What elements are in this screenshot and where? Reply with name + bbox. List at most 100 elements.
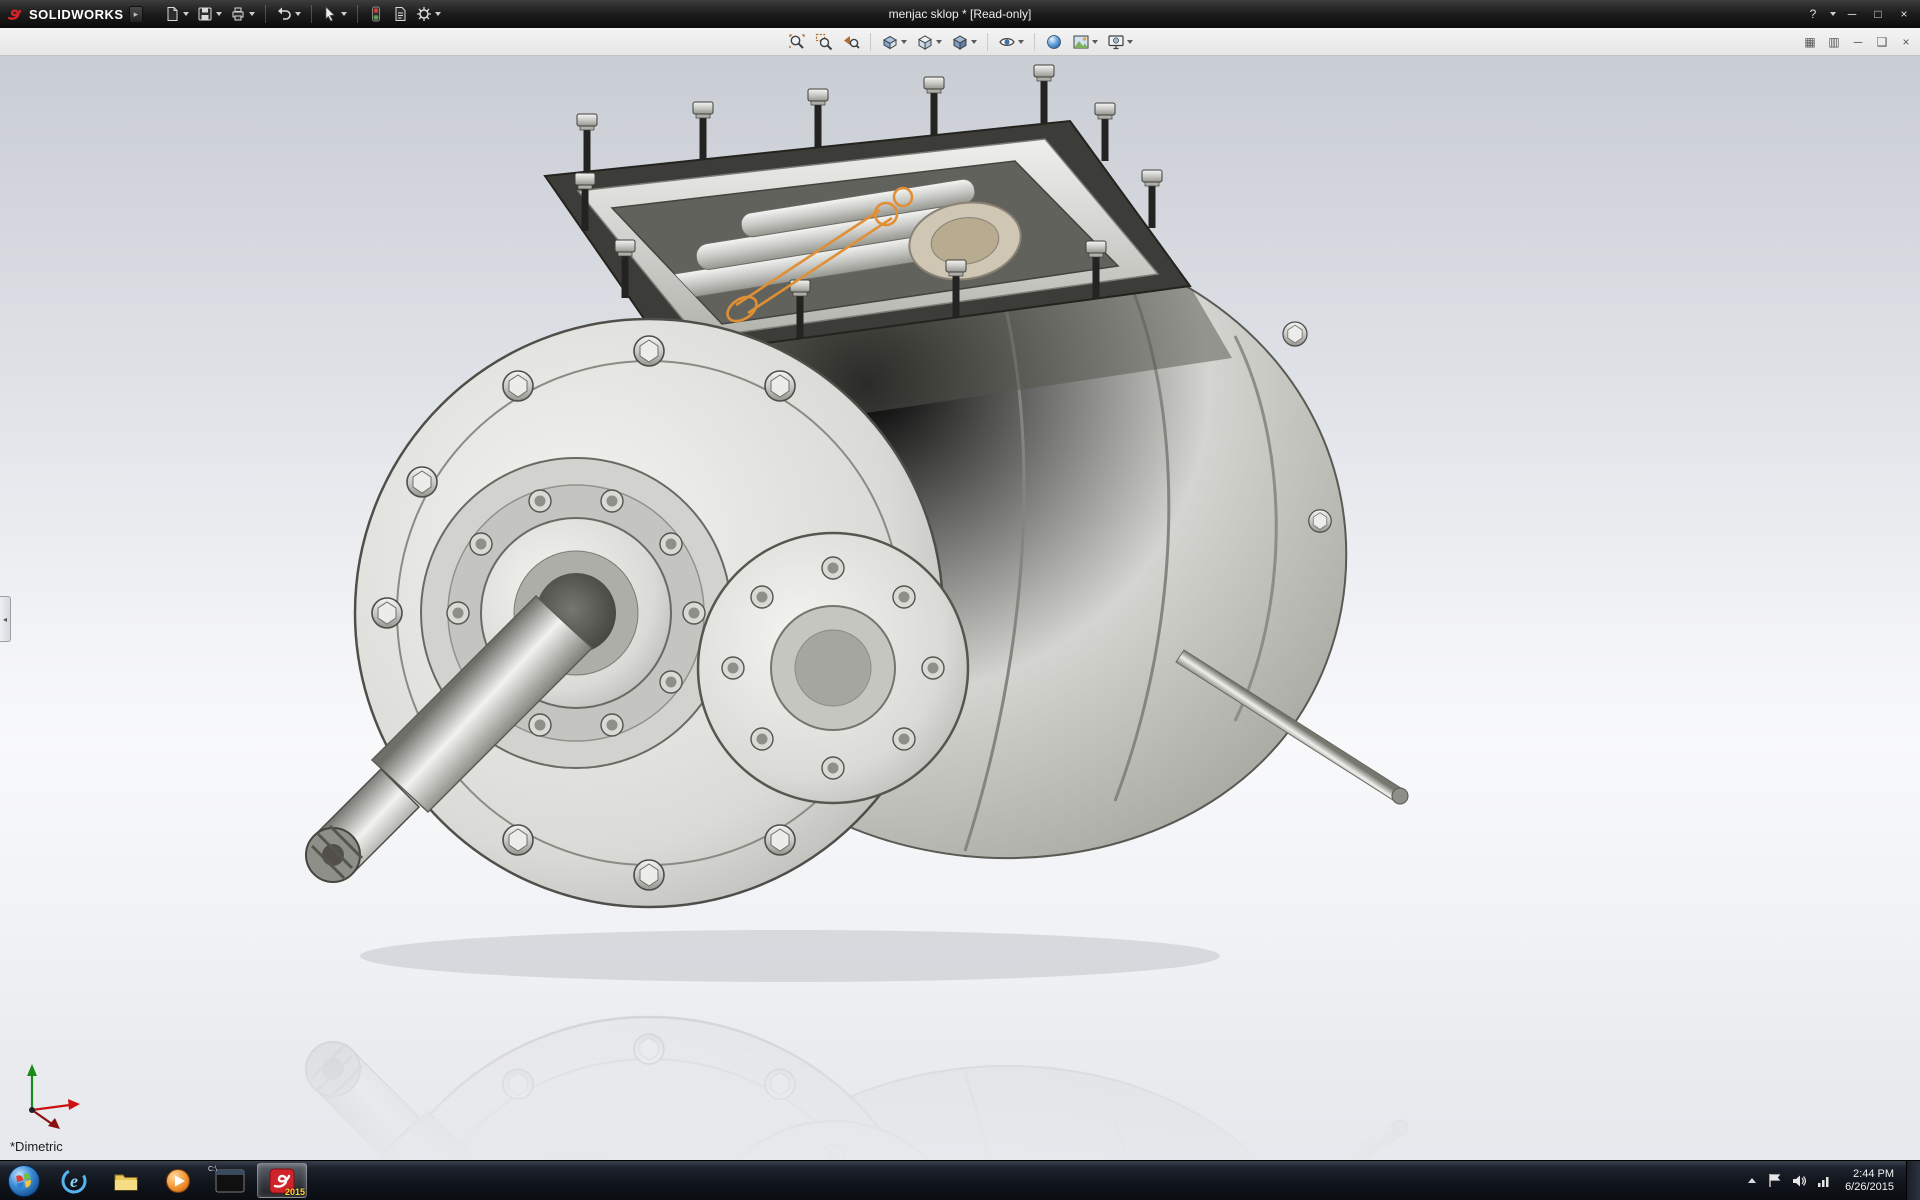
options-gear-icon	[416, 6, 432, 22]
volume-button[interactable]	[1791, 1173, 1807, 1189]
command-prompt-label: C:\	[208, 1166, 217, 1173]
show-desktop-button[interactable]	[1906, 1161, 1920, 1200]
hide-show-items-icon	[998, 33, 1016, 51]
new-file-dropdown[interactable]	[183, 12, 189, 16]
hide-show-items-dropdown[interactable]	[1018, 40, 1024, 44]
help-button[interactable]: ?	[1803, 5, 1823, 23]
heads-up-toolbar: ▦ ▥ ─ ❑ ×	[0, 28, 1920, 56]
show-hidden-icons-button[interactable]	[1746, 1175, 1758, 1187]
document-window-controls: ▦ ▥ ─ ❑ ×	[1802, 28, 1914, 56]
feature-manager-collapse-tab[interactable]: ◂	[0, 596, 11, 642]
minimize-button[interactable]: ─	[1842, 5, 1862, 23]
gearbox-model[interactable]	[0, 56, 1920, 1160]
close-button[interactable]: ×	[1894, 5, 1914, 23]
file-properties-button[interactable]	[389, 4, 411, 24]
doc-close-button[interactable]: ×	[1898, 35, 1914, 49]
section-view-button[interactable]	[878, 31, 910, 53]
start-button[interactable]	[0, 1161, 48, 1200]
zoom-to-fit-button[interactable]	[785, 31, 809, 53]
reflection-fade	[0, 991, 1920, 1160]
edit-appearance-button[interactable]	[1042, 31, 1066, 53]
edit-appearance-icon	[1045, 33, 1063, 51]
doc-minimize-button[interactable]: ─	[1850, 35, 1866, 49]
hide-show-items-button[interactable]	[995, 31, 1027, 53]
system-tray: 2:44 PM 6/26/2015	[1738, 1161, 1906, 1200]
solidworks-version-badge: 2015	[285, 1187, 305, 1197]
hidden-icons-caret-icon	[1746, 1175, 1758, 1187]
print-dropdown[interactable]	[249, 12, 255, 16]
graphics-area[interactable]: ◂ *Dimetric	[0, 56, 1920, 1160]
titlebar: SOLIDWORKS ▸	[0, 0, 1920, 28]
previous-view-icon	[842, 33, 860, 51]
restore-panels-button[interactable]: ▦	[1802, 35, 1818, 49]
solidworks-logo-icon	[6, 5, 24, 23]
display-style-dropdown[interactable]	[971, 40, 977, 44]
orientation-triad	[12, 1048, 96, 1132]
main-toolbar	[161, 4, 444, 24]
select-dropdown[interactable]	[341, 12, 347, 16]
hud-separator	[870, 33, 871, 51]
section-view-dropdown[interactable]	[901, 40, 907, 44]
view-tools	[785, 31, 1136, 53]
solidworks-logo: SOLIDWORKS ▸	[6, 5, 151, 23]
options-button[interactable]	[413, 4, 444, 24]
select-button[interactable]	[319, 4, 350, 24]
new-file-button[interactable]	[161, 4, 192, 24]
view-orientation-dropdown[interactable]	[936, 40, 942, 44]
new-file-icon	[164, 6, 180, 22]
taskbar-item-media-player[interactable]	[153, 1163, 203, 1198]
section-view-icon	[881, 33, 899, 51]
window-title: menjac sklop * [Read-only]	[889, 7, 1032, 21]
save-button[interactable]	[194, 4, 225, 24]
rebuild-button[interactable]	[365, 4, 387, 24]
save-dropdown[interactable]	[216, 12, 222, 16]
rebuild-icon	[368, 6, 384, 22]
zoom-to-area-button[interactable]	[812, 31, 836, 53]
apply-scene-dropdown[interactable]	[1092, 40, 1098, 44]
window-controls: ? ─ □ ×	[1803, 5, 1914, 23]
previous-view-button[interactable]	[839, 31, 863, 53]
help-dropdown[interactable]	[1830, 12, 1836, 16]
taskbar-item-solidworks[interactable]: 2015	[257, 1163, 307, 1198]
maximize-button[interactable]: □	[1868, 5, 1888, 23]
zoom-to-fit-icon	[788, 33, 806, 51]
view-settings-dropdown[interactable]	[1127, 40, 1133, 44]
menu-expand-button[interactable]: ▸	[129, 6, 144, 23]
toolbar-separator	[265, 5, 266, 23]
apply-scene-button[interactable]	[1069, 31, 1101, 53]
secondary-flange[interactable]	[698, 533, 968, 803]
toolbar-separator	[357, 5, 358, 23]
speaker-icon	[1791, 1173, 1807, 1189]
hud-separator	[987, 33, 988, 51]
view-orientation-label: *Dimetric	[10, 1139, 63, 1154]
select-icon	[322, 6, 338, 22]
view-orientation-icon	[916, 33, 934, 51]
undo-dropdown[interactable]	[295, 12, 301, 16]
print-icon	[230, 6, 246, 22]
taskbar-item-internet-explorer[interactable]: e	[49, 1163, 99, 1198]
print-button[interactable]	[227, 4, 258, 24]
network-icon	[1816, 1173, 1832, 1189]
gearbox-assembly[interactable]	[306, 65, 1408, 907]
options-dropdown[interactable]	[435, 12, 441, 16]
taskbar-item-windows-explorer[interactable]	[101, 1163, 151, 1198]
action-center-button[interactable]	[1767, 1173, 1782, 1188]
undo-button[interactable]	[273, 4, 304, 24]
tile-windows-button[interactable]: ▥	[1826, 35, 1842, 49]
view-orientation-button[interactable]	[913, 31, 945, 53]
taskbar: e C:\ 2015	[0, 1160, 1920, 1200]
network-button[interactable]	[1816, 1173, 1832, 1189]
taskbar-item-command-prompt[interactable]: C:\	[205, 1163, 255, 1198]
view-settings-button[interactable]	[1104, 31, 1136, 53]
svg-text:e: e	[70, 1171, 78, 1191]
display-style-icon	[951, 33, 969, 51]
taskbar-clock[interactable]: 2:44 PM 6/26/2015	[1841, 1168, 1898, 1194]
display-style-button[interactable]	[948, 31, 980, 53]
action-center-flag-icon	[1767, 1173, 1782, 1188]
internet-explorer-icon: e	[60, 1167, 88, 1195]
hud-separator	[1034, 33, 1035, 51]
doc-restore-button[interactable]: ❑	[1874, 35, 1890, 49]
clock-time: 2:44 PM	[1845, 1168, 1894, 1181]
media-player-icon	[164, 1167, 192, 1195]
windows-start-icon	[7, 1164, 41, 1198]
